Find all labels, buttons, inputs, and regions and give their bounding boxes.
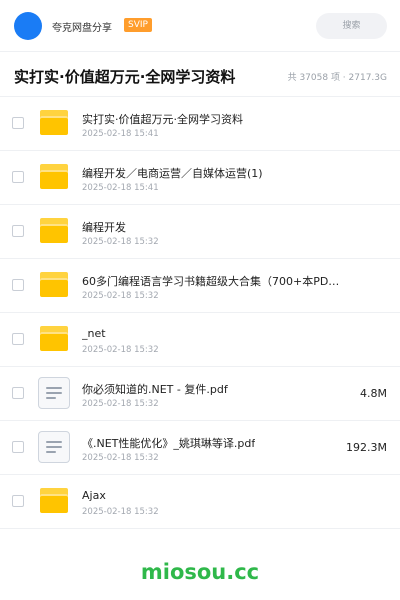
row-checkbox[interactable]: [12, 225, 24, 237]
folder-icon: [40, 326, 68, 351]
item-name: 编程开发: [82, 221, 126, 234]
folder-icon: [40, 110, 68, 135]
list-item[interactable]: 实打实·价值超万元·全网学习资料 2025-02-18 15:41: [0, 97, 400, 151]
row-checkbox[interactable]: [12, 279, 24, 291]
row-checkbox[interactable]: [12, 387, 24, 399]
item-date: 2025-02-18 15:32: [82, 507, 159, 517]
item-date: 2025-02-18 15:32: [82, 237, 159, 247]
folder-header: 实打实·价值超万元·全网学习资料 共 37058 项 · 2717.3G: [0, 53, 400, 97]
item-date: 2025-02-18 15:32: [82, 291, 159, 301]
list-item[interactable]: 编程开发／电商运营／自媒体运营(1) 2025-02-18 15:41: [0, 151, 400, 205]
item-date: 2025-02-18 15:32: [82, 399, 159, 409]
item-name: 实打实·价值超万元·全网学习资料: [82, 113, 243, 126]
search-button[interactable]: 搜索: [316, 13, 387, 39]
row-checkbox[interactable]: [12, 441, 24, 453]
item-size: 192.3M: [346, 441, 387, 454]
svip-badge: SVIP: [124, 18, 152, 32]
row-checkbox[interactable]: [12, 117, 24, 129]
file-list: 实打实·价值超万元·全网学习资料 2025-02-18 15:41 编程开发／电…: [0, 97, 400, 529]
row-checkbox[interactable]: [12, 495, 24, 507]
item-date: 2025-02-18 15:41: [82, 183, 159, 193]
list-item[interactable]: 《.NET性能优化》_姚琪琳等译.pdf 2025-02-18 15:32 19…: [0, 421, 400, 475]
watermark: miosou.cc: [140, 560, 260, 584]
document-icon: [38, 377, 70, 409]
item-name: _net: [82, 327, 106, 340]
row-checkbox[interactable]: [12, 333, 24, 345]
list-item[interactable]: Ajax 2025-02-18 15:32: [0, 475, 400, 529]
item-name: 《.NET性能优化》_姚琪琳等译.pdf: [82, 437, 256, 450]
row-checkbox[interactable]: [12, 171, 24, 183]
list-item[interactable]: 60多门编程语言学习书籍超级大合集（700+本PD… 2025-02-18 15…: [0, 259, 400, 313]
list-item[interactable]: _net 2025-02-18 15:32: [0, 313, 400, 367]
folder-icon: [40, 218, 68, 243]
item-name: 60多门编程语言学习书籍超级大合集（700+本PD…: [82, 275, 340, 288]
item-summary: 共 37058 项 · 2717.3G: [287, 73, 387, 83]
avatar[interactable]: [14, 12, 42, 40]
user-name: 夸克网盘分享: [52, 23, 112, 34]
item-name: 编程开发／电商运营／自媒体运营(1): [82, 167, 263, 180]
item-date: 2025-02-18 15:32: [82, 453, 159, 463]
item-date: 2025-02-18 15:41: [82, 129, 159, 139]
item-date: 2025-02-18 15:32: [82, 345, 159, 355]
item-name: 你必须知道的.NET - 复件.pdf: [82, 383, 228, 396]
folder-icon: [40, 488, 68, 513]
item-name: Ajax: [82, 489, 106, 502]
top-bar: 夸克网盘分享 SVIP 搜索: [0, 0, 400, 52]
document-icon: [38, 431, 70, 463]
folder-icon: [40, 272, 68, 297]
item-size: 4.8M: [360, 387, 387, 400]
page-title: 实打实·价值超万元·全网学习资料: [14, 68, 236, 86]
list-item[interactable]: 编程开发 2025-02-18 15:32: [0, 205, 400, 259]
list-item[interactable]: 你必须知道的.NET - 复件.pdf 2025-02-18 15:32 4.8…: [0, 367, 400, 421]
folder-icon: [40, 164, 68, 189]
